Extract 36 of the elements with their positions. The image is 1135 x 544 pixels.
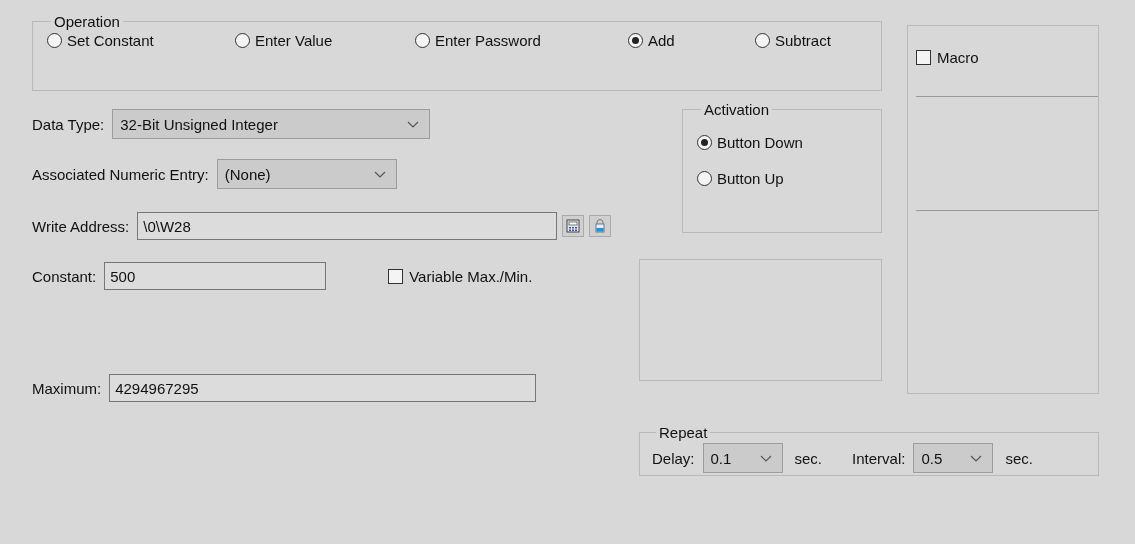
field-label: Associated Numeric Entry: xyxy=(32,165,209,183)
radio-option[interactable]: Subtract xyxy=(755,32,867,49)
macro-checkbox[interactable]: Macro xyxy=(916,49,1090,66)
lock-button[interactable] xyxy=(589,215,612,237)
chevron-icon xyxy=(407,120,420,128)
radio-option[interactable]: Enter Value xyxy=(235,32,415,49)
radio-option[interactable]: Enter Password xyxy=(415,32,628,49)
write-address-field[interactable]: \0\W28 xyxy=(137,212,558,240)
radio-option[interactable]: Button Up xyxy=(697,164,867,192)
group-title: Repeat xyxy=(658,424,709,441)
variable-max-min-checkbox[interactable]: Variable Max./Min. xyxy=(388,267,533,285)
group-title: Operation xyxy=(53,13,121,30)
group-title: Activation xyxy=(703,101,771,118)
constant-field[interactable]: 500 xyxy=(104,262,327,290)
radio-option[interactable]: Set Constant xyxy=(47,32,235,49)
radio-option[interactable]: Add xyxy=(628,32,755,49)
radio-option[interactable]: Button Down xyxy=(697,128,867,156)
unit-label: sec. xyxy=(794,449,823,467)
field-label: Constant: xyxy=(32,267,97,285)
calculator-button[interactable] xyxy=(562,215,585,237)
interval-label: Interval: xyxy=(852,449,906,467)
chevron-icon xyxy=(759,454,772,462)
delay-label: Delay: xyxy=(652,449,695,467)
chevron-icon xyxy=(970,454,983,462)
delay-dropdown[interactable]: 0.1 xyxy=(702,443,783,473)
field-label: Data Type: xyxy=(32,115,105,133)
numeric-entry-dropdown[interactable]: (None) xyxy=(216,159,397,189)
data-type-dropdown[interactable]: 32-Bit Unsigned Integer xyxy=(112,109,431,139)
interval-dropdown[interactable]: 0.5 xyxy=(913,443,994,473)
chevron-icon xyxy=(373,170,386,178)
calculator-icon xyxy=(566,219,581,233)
maximum-field[interactable]: 4294967295 xyxy=(109,374,537,402)
field-label: Maximum: xyxy=(32,379,102,397)
unit-label: sec. xyxy=(1005,449,1033,467)
field-label: Write Address: xyxy=(32,217,130,235)
lock-icon xyxy=(593,219,608,233)
